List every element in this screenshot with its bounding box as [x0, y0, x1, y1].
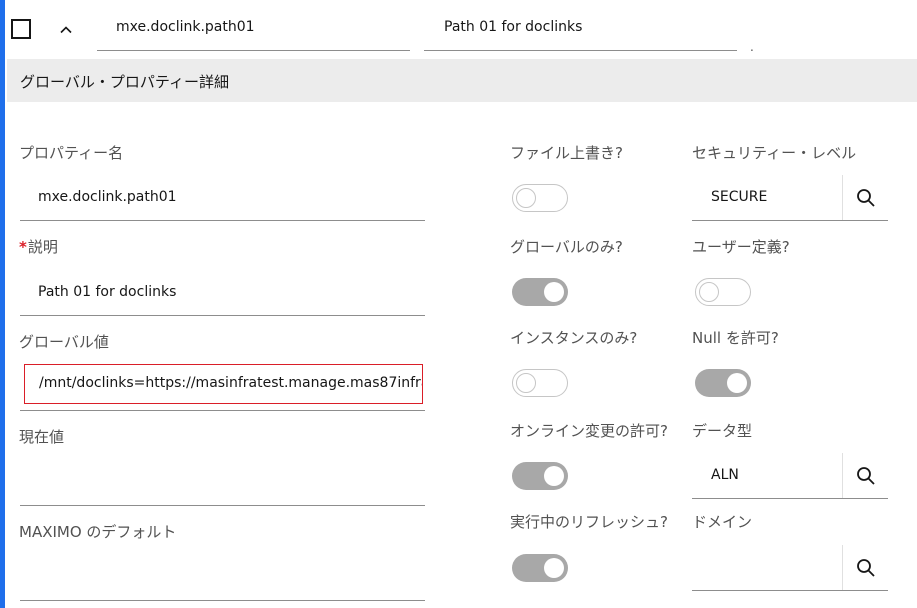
live-refresh-label: 実行中のリフレッシュ?: [510, 513, 668, 531]
description-field[interactable]: Path 01 for doclinks: [20, 270, 425, 316]
description-value: Path 01 for doclinks: [38, 284, 177, 300]
required-marker: *: [19, 238, 27, 256]
row-select-checkbox[interactable]: [11, 19, 31, 39]
file-overwrite-toggle[interactable]: [512, 184, 568, 212]
global-value-field[interactable]: /mnt/doclinks=https://masinfratest.manag…: [24, 364, 423, 404]
section-header: グローバル・プロパティー詳細: [7, 59, 917, 102]
user-defined-label: ユーザー定義?: [692, 238, 790, 256]
nulls-allowed-toggle[interactable]: [695, 369, 751, 397]
section-title: グローバル・プロパティー詳細: [20, 73, 229, 91]
file-overwrite-label: ファイル上書き?: [510, 144, 623, 162]
data-type-label: データ型: [692, 422, 753, 440]
chevron-up-icon[interactable]: [58, 22, 74, 38]
property-name-value: mxe.doclink.path01: [38, 189, 177, 205]
left-accent-bar: [0, 0, 5, 608]
maximo-default-field[interactable]: [20, 555, 425, 601]
property-name-field[interactable]: mxe.doclink.path01: [20, 175, 425, 221]
global-value-label: グローバル値: [19, 333, 109, 351]
domain-label: ドメイン: [692, 513, 753, 531]
maximo-default-label: MAXIMO のデフォルト: [19, 523, 177, 541]
current-value-field[interactable]: [20, 460, 425, 506]
data-type-search-button[interactable]: [843, 453, 888, 498]
user-defined-toggle[interactable]: [695, 278, 751, 306]
data-type-field[interactable]: ALN: [692, 453, 888, 499]
property-name-label: プロパティー名: [19, 144, 124, 162]
domain-field[interactable]: [692, 545, 888, 591]
current-value-label: 現在値: [19, 428, 65, 446]
global-only-toggle[interactable]: [512, 278, 568, 306]
security-level-field[interactable]: SECURE: [692, 175, 888, 221]
row-property-name: mxe.doclink.path01: [116, 19, 255, 35]
search-icon: [856, 188, 875, 207]
data-type-value: ALN: [711, 467, 739, 483]
instance-only-label: インスタンスのみ?: [510, 329, 638, 347]
row-description-underline: [424, 50, 737, 51]
instance-only-toggle[interactable]: [512, 369, 568, 397]
online-change-label: オンライン変更の許可?: [510, 422, 668, 440]
domain-search-button[interactable]: [843, 545, 888, 590]
search-icon: [856, 466, 875, 485]
row-description: Path 01 for doclinks: [444, 19, 583, 35]
security-level-search-button[interactable]: [843, 175, 888, 220]
security-level-value: SECURE: [711, 189, 768, 205]
search-icon: [856, 558, 875, 577]
row-trailing-mark: .: [750, 40, 754, 54]
global-value-value: /mnt/doclinks=https://masinfratest.manag…: [39, 375, 423, 391]
row-property-name-underline: [97, 50, 410, 51]
description-label-text: 説明: [27, 238, 58, 256]
global-only-label: グローバルのみ?: [510, 238, 623, 256]
security-level-label: セキュリティー・レベル: [692, 144, 857, 162]
global-value-underline: [20, 410, 425, 411]
description-label: *説明: [19, 238, 58, 256]
nulls-allowed-label: Null を許可?: [692, 329, 779, 347]
live-refresh-toggle[interactable]: [512, 554, 568, 582]
online-change-toggle[interactable]: [512, 462, 568, 490]
